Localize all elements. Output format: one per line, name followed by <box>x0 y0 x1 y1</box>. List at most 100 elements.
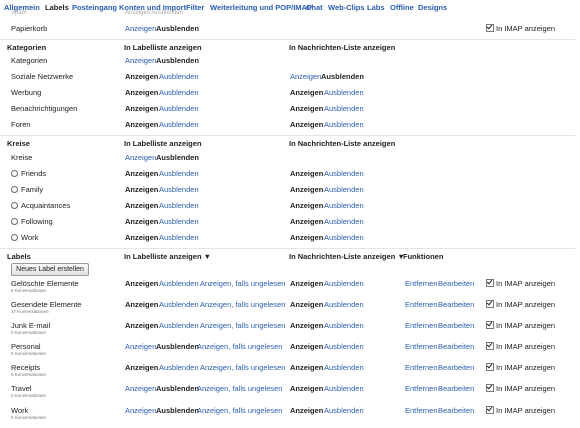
papierkorb-hide-link: Ausblenden <box>156 24 199 33</box>
show-in-imap-checkbox[interactable]: In IMAP anzeigen <box>486 361 555 374</box>
tab-designs[interactable]: Designs <box>418 3 447 12</box>
label-row: Receipts 0 Konversationen Anzeigen Ausblend… <box>0 361 580 381</box>
show-in-imap-checkbox[interactable]: In IMAP anzeigen <box>486 340 555 353</box>
label-list-hide-link[interactable]: Ausblenden <box>159 298 199 311</box>
create-label-button[interactable]: Neues Label erstellen <box>11 263 89 276</box>
category-list-show-link[interactable]: Anzeigen <box>125 54 156 67</box>
circle-list-show-link: Anzeigen <box>125 185 159 194</box>
checkmark-icon <box>486 24 494 32</box>
label-msg-hide-link[interactable]: Ausblenden <box>324 319 364 332</box>
tab-labs[interactable]: Labs <box>367 3 385 12</box>
circle-msg-hide-link[interactable]: Ausblenden <box>324 231 364 244</box>
category-msg-show-link[interactable]: Anzeigen <box>290 70 321 83</box>
papierkorb-show-link[interactable]: Anzeigen <box>125 22 156 35</box>
remove-link[interactable]: Entfernen <box>405 277 438 290</box>
label-row: Junk E-mail 0 Konversationen Anzeigen Ausbl… <box>0 319 580 339</box>
show-in-imap-checkbox[interactable]: In IMAP anzeigen <box>486 22 555 35</box>
circle-msg-show-link: Anzeigen <box>290 185 324 194</box>
remove-link[interactable]: Entfernen <box>405 382 438 395</box>
label-list-hide-link[interactable]: Ausblenden <box>159 361 199 374</box>
show-if-unread-link[interactable]: Anzeigen, falls ungelesen <box>197 404 282 417</box>
edit-link[interactable]: Bearbeiten <box>438 277 474 290</box>
circle-list-show-link: Anzeigen <box>125 217 159 226</box>
edit-link[interactable]: Bearbeiten <box>438 382 474 395</box>
column-header: In Nachrichten-Liste anzeigen ▼ <box>289 252 405 261</box>
circle-list-show-link[interactable]: Anzeigen <box>125 151 156 164</box>
remove-link[interactable]: Entfernen <box>405 361 438 374</box>
column-header: In Nachrichten-Liste anzeigen <box>289 43 396 52</box>
label-list-show-link[interactable]: Anzeigen <box>125 340 156 353</box>
tab-offline[interactable]: Offline <box>390 3 414 12</box>
category-name: Foren <box>11 120 31 129</box>
category-row: Benachrichtigungen Anzeigen Ausblenden Anze… <box>0 102 580 119</box>
circle-label: Kreise <box>11 153 33 162</box>
label-list-show-link: Anzeigen <box>125 300 159 309</box>
circle-msg-hide-link[interactable]: Ausblenden <box>324 199 364 212</box>
remove-link[interactable]: Entfernen <box>405 404 438 417</box>
category-list-hide-link[interactable]: Ausblenden <box>159 118 199 131</box>
circle-list-hide-link[interactable]: Ausblenden <box>159 183 199 196</box>
label-list-hide-link[interactable]: Ausblenden <box>159 277 199 290</box>
remove-link[interactable]: Entfernen <box>405 298 438 311</box>
label-msg-hide-link[interactable]: Ausblenden <box>324 382 364 395</box>
label-list-show-link[interactable]: Anzeigen <box>125 404 156 417</box>
circle-msg-hide-link[interactable]: Ausblenden <box>324 183 364 196</box>
column-header: In Labelliste anzeigen <box>124 43 202 52</box>
circle-icon <box>11 170 18 177</box>
show-in-imap-checkbox[interactable]: In IMAP anzeigen <box>486 277 555 290</box>
tab-posteingang[interactable]: Posteingang <box>72 3 117 12</box>
show-if-unread-link[interactable]: Anzeigen, falls ungelesen <box>200 361 285 374</box>
label-list-hide-link[interactable]: Ausblenden <box>159 319 199 332</box>
remove-link[interactable]: Entfernen <box>405 319 438 332</box>
category-msg-hide-link: Ausblenden <box>321 72 364 81</box>
category-list-hide-link[interactable]: Ausblenden <box>159 86 199 99</box>
tab-weiterleitung-und-pop-imap[interactable]: Weiterleitung und POP/IMAP <box>210 3 312 12</box>
conversation-count: 0 Konversationen <box>11 351 47 356</box>
column-header: In Nachrichten-Liste anzeigen <box>289 139 396 148</box>
conversation-count: 0 Konversationen <box>11 415 47 420</box>
show-in-imap-checkbox[interactable]: In IMAP anzeigen <box>486 404 555 417</box>
edit-link[interactable]: Bearbeiten <box>438 319 474 332</box>
category-list-hide-link[interactable]: Ausblenden <box>159 70 199 83</box>
ghost-spam-links: Anzeigen Ausblenden <box>125 10 184 16</box>
category-msg-hide-link[interactable]: Ausblenden <box>324 86 364 99</box>
show-in-imap-checkbox[interactable]: In IMAP anzeigen <box>486 382 555 395</box>
circle-msg-hide-link[interactable]: Ausblenden <box>324 167 364 180</box>
circle-list-hide-link[interactable]: Ausblenden <box>159 215 199 228</box>
category-name: Soziale Netzwerke <box>11 72 74 81</box>
label-msg-hide-link[interactable]: Ausblenden <box>324 277 364 290</box>
circle-label: Work <box>21 233 39 242</box>
tab-chat[interactable]: Chat <box>306 3 323 12</box>
edit-link[interactable]: Bearbeiten <box>438 404 474 417</box>
category-list-hide-link[interactable]: Ausblenden <box>159 102 199 115</box>
label-msg-hide-link[interactable]: Ausblenden <box>324 361 364 374</box>
circle-list-hide-link[interactable]: Ausblenden <box>159 231 199 244</box>
tab-labels[interactable]: Labels <box>45 3 69 12</box>
category-msg-hide-link[interactable]: Ausblenden <box>324 102 364 115</box>
tab-web-clips[interactable]: Web-Clips <box>328 3 365 12</box>
label-msg-hide-link[interactable]: Ausblenden <box>324 340 364 353</box>
show-if-unread-link[interactable]: Anzeigen, falls ungelesen <box>200 319 285 332</box>
show-if-unread-link[interactable]: Anzeigen, falls ungelesen <box>197 340 282 353</box>
circle-msg-hide-link[interactable]: Ausblenden <box>324 215 364 228</box>
checkmark-icon <box>486 300 494 308</box>
edit-link[interactable]: Bearbeiten <box>438 361 474 374</box>
tab-filter[interactable]: Filter <box>186 3 204 12</box>
edit-link[interactable]: Bearbeiten <box>438 298 474 311</box>
category-name: Werbung <box>11 88 42 97</box>
category-msg-hide-link[interactable]: Ausblenden <box>324 118 364 131</box>
show-in-imap-checkbox[interactable]: In IMAP anzeigen <box>486 298 555 311</box>
edit-link[interactable]: Bearbeiten <box>438 340 474 353</box>
circle-list-hide-link[interactable]: Ausblenden <box>159 167 199 180</box>
show-in-imap-checkbox[interactable]: In IMAP anzeigen <box>486 319 555 332</box>
show-if-unread-link[interactable]: Anzeigen, falls ungelesen <box>200 277 285 290</box>
show-if-unread-link[interactable]: Anzeigen, falls ungelesen <box>200 298 285 311</box>
show-if-unread-link[interactable]: Anzeigen, falls ungelesen <box>197 382 282 395</box>
label-msg-hide-link[interactable]: Ausblenden <box>324 298 364 311</box>
remove-link[interactable]: Entfernen <box>405 340 438 353</box>
category-row: Kategorien Anzeigen Ausblenden <box>0 54 580 71</box>
circle-list-hide-link[interactable]: Ausblenden <box>159 199 199 212</box>
label-msg-hide-link[interactable]: Ausblenden <box>324 404 364 417</box>
category-list-hide-link: Ausblenden <box>156 56 199 65</box>
label-list-show-link[interactable]: Anzeigen <box>125 382 156 395</box>
